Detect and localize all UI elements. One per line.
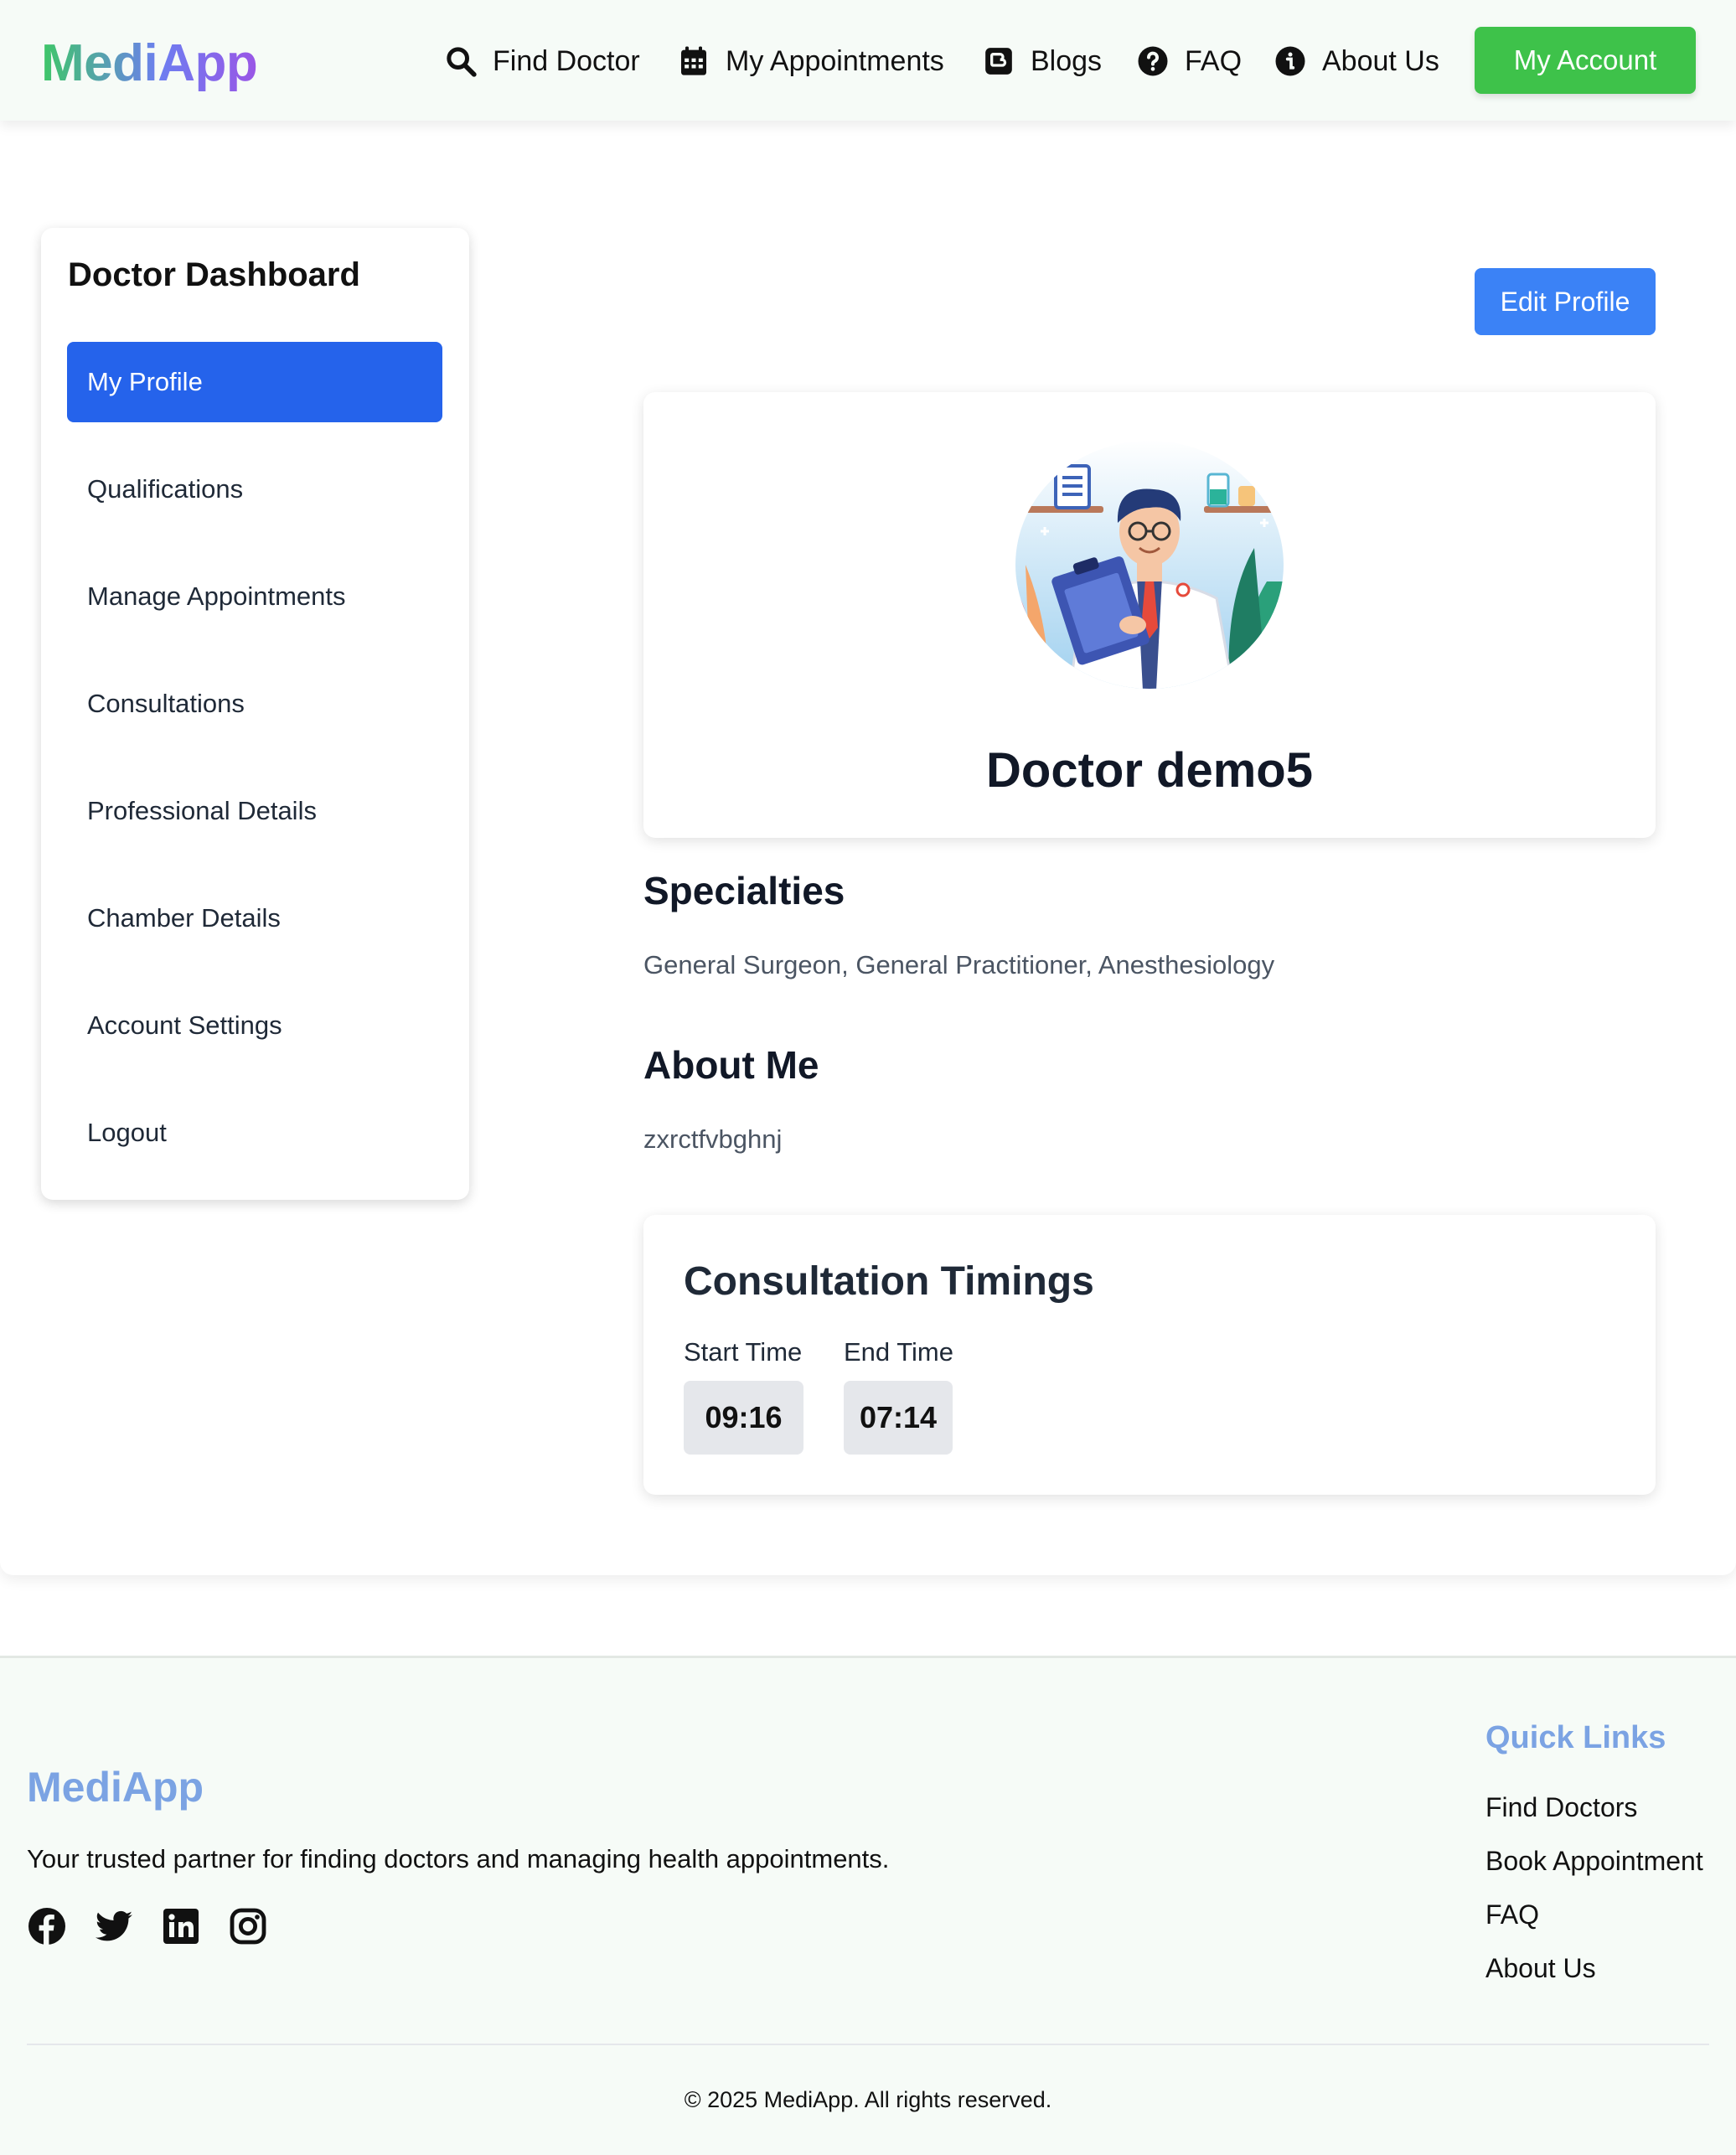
about-me-heading: About Me xyxy=(643,1043,819,1087)
social-links xyxy=(27,1906,295,1946)
footer-tagline: Your trusted partner for finding doctors… xyxy=(27,1844,890,1873)
app-logo[interactable]: MediApp xyxy=(41,30,258,97)
nav-find-doctor[interactable]: Find Doctor xyxy=(444,34,640,89)
facebook-icon[interactable] xyxy=(27,1906,67,1946)
sidebar-item-qualifications[interactable]: Qualifications xyxy=(67,449,442,530)
timings-heading: Consultation Timings xyxy=(684,1259,1094,1304)
nav-faq[interactable]: FAQ xyxy=(1136,34,1242,89)
instagram-icon[interactable] xyxy=(228,1906,268,1946)
consultation-timings-card: Consultation Timings Start Time 09:16 En… xyxy=(643,1215,1656,1495)
top-navbar: MediApp Find Doctor My Appointments Blog… xyxy=(0,0,1736,121)
start-time-value: 09:16 xyxy=(684,1381,803,1455)
nav-label: My Appointments xyxy=(726,44,944,77)
nav-about-us[interactable]: About Us xyxy=(1274,34,1439,89)
doctor-avatar xyxy=(1015,441,1284,689)
sidebar-item-logout[interactable]: Logout xyxy=(67,1093,442,1173)
footer-link-find-doctors[interactable]: Find Doctors xyxy=(1485,1792,1637,1823)
calendar-icon xyxy=(681,46,706,75)
nav-my-appointments[interactable]: My Appointments xyxy=(677,34,944,89)
start-time-label: Start Time xyxy=(684,1337,803,1367)
linkedin-icon[interactable] xyxy=(161,1906,201,1946)
nav-label: About Us xyxy=(1322,44,1439,77)
dashboard-sidebar: Doctor Dashboard My Profile Qualificatio… xyxy=(41,228,469,1200)
nav-label: Find Doctor xyxy=(493,44,640,77)
sidebar-title: Doctor Dashboard xyxy=(68,256,360,293)
quick-links-heading: Quick Links xyxy=(1485,1720,1666,1755)
search-icon xyxy=(447,47,477,77)
footer-logo: MediApp xyxy=(27,1764,204,1811)
footer-link-about-us[interactable]: About Us xyxy=(1485,1953,1596,1984)
about-me-text: zxrctfvbghnj xyxy=(643,1124,783,1154)
end-time-value: 07:14 xyxy=(844,1381,953,1455)
doctor-name: Doctor demo5 xyxy=(986,743,1313,798)
profile-card: Doctor demo5 xyxy=(643,392,1656,838)
twitter-icon[interactable] xyxy=(94,1906,134,1946)
nav-blogs[interactable]: Blogs xyxy=(982,34,1102,89)
sidebar-item-my-profile[interactable]: My Profile xyxy=(67,342,442,422)
sidebar-item-manage-appointments[interactable]: Manage Appointments xyxy=(67,556,442,637)
info-circle-icon xyxy=(1275,46,1305,76)
site-footer: MediApp Your trusted partner for finding… xyxy=(0,1656,1736,2155)
sidebar-item-professional-details[interactable]: Professional Details xyxy=(67,771,442,851)
blogger-icon xyxy=(985,48,1012,75)
nav-label: Blogs xyxy=(1031,44,1103,77)
edit-profile-button[interactable]: Edit Profile xyxy=(1475,268,1656,335)
footer-divider xyxy=(27,2044,1709,2045)
sidebar-item-chamber-details[interactable]: Chamber Details xyxy=(67,878,442,959)
footer-link-faq[interactable]: FAQ xyxy=(1485,1899,1539,1930)
end-time-label: End Time xyxy=(844,1337,953,1367)
nav-label: FAQ xyxy=(1185,44,1243,77)
my-account-button[interactable]: My Account xyxy=(1475,27,1696,94)
sidebar-item-account-settings[interactable]: Account Settings xyxy=(67,985,442,1066)
specialties-text: General Surgeon, General Practitioner, A… xyxy=(643,950,1275,979)
question-circle-icon xyxy=(1138,46,1168,76)
footer-link-book-appointment[interactable]: Book Appointment xyxy=(1485,1846,1703,1877)
sidebar-item-consultations[interactable]: Consultations xyxy=(67,664,442,744)
copyright-text: © 2025 MediApp. All rights reserved. xyxy=(684,2087,1052,2112)
specialties-heading: Specialties xyxy=(643,869,845,912)
